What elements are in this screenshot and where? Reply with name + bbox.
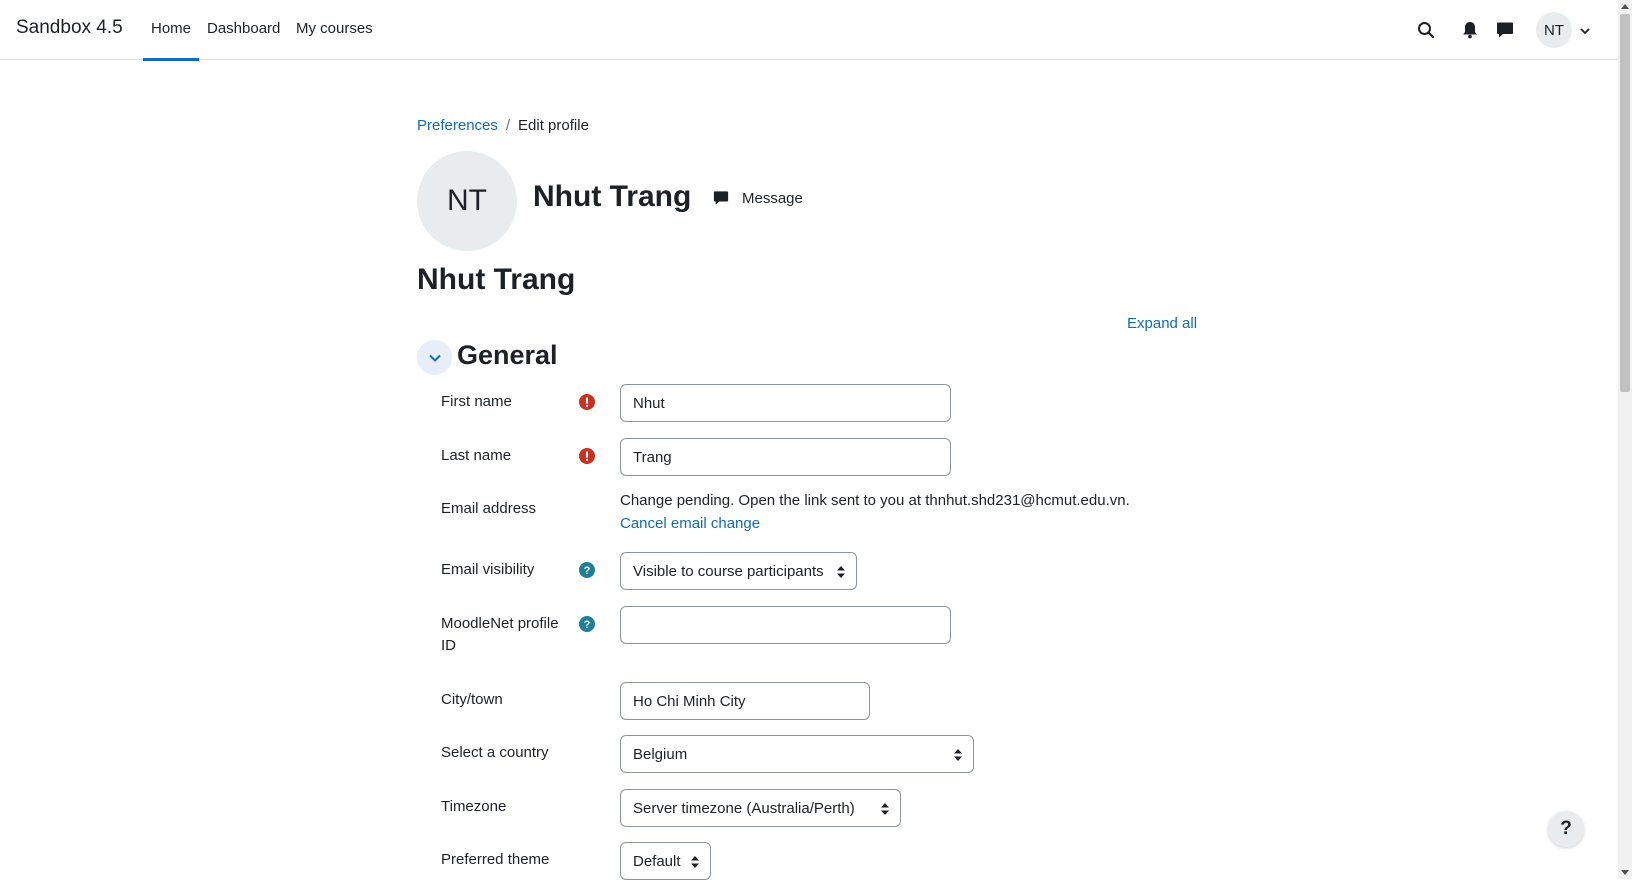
- help-icon[interactable]: ?: [579, 562, 595, 578]
- select-caret-icon: [836, 565, 846, 579]
- help-icon[interactable]: ?: [579, 616, 595, 632]
- required-icon: [579, 448, 595, 464]
- page-scrollbar[interactable]: [1618, 0, 1632, 879]
- search-icon[interactable]: [1415, 19, 1437, 41]
- theme-select[interactable]: Default: [620, 842, 711, 880]
- page-title: Nhut Trang: [417, 263, 576, 296]
- city-input[interactable]: [620, 682, 870, 720]
- user-menu[interactable]: NT: [1536, 12, 1596, 48]
- scroll-up-arrow[interactable]: [1621, 4, 1629, 9]
- cancel-email-change-link[interactable]: Cancel email change: [620, 515, 760, 532]
- theme-value: Default: [633, 852, 681, 870]
- message-button[interactable]: Message: [712, 189, 803, 207]
- email-visibility-label: Email visibility: [441, 561, 535, 578]
- last-name-label: Last name: [441, 447, 512, 464]
- message-label: Message: [742, 189, 803, 207]
- city-label: City/town: [441, 691, 503, 708]
- select-caret-icon: [953, 748, 963, 762]
- avatar[interactable]: NT: [1536, 12, 1572, 48]
- chat-icon[interactable]: [1494, 19, 1516, 41]
- moodlenet-label-line2: ID: [441, 637, 456, 654]
- svg-text:?: ?: [584, 565, 591, 577]
- profile-name: Nhut Trang: [533, 180, 692, 213]
- expand-all-link[interactable]: Expand all: [1127, 315, 1197, 332]
- country-label: Select a country: [441, 744, 549, 761]
- timezone-select[interactable]: Server timezone (Australia/Perth): [620, 789, 901, 827]
- chevron-down-icon[interactable]: [1579, 24, 1591, 36]
- email-visibility-select[interactable]: Visible to course participants: [620, 552, 857, 590]
- required-icon: [579, 394, 595, 410]
- section-collapse-toggle[interactable]: [417, 340, 452, 375]
- breadcrumb-current: Edit profile: [518, 117, 589, 134]
- chat-icon: [712, 189, 730, 207]
- top-navbar: Sandbox 4.5 Home Dashboard My courses NT: [0, 0, 1618, 61]
- chevron-down-icon: [428, 354, 441, 362]
- timezone-label: Timezone: [441, 798, 507, 815]
- email-pending-text: Change pending. Open the link sent to yo…: [620, 492, 1130, 509]
- first-name-label: First name: [441, 393, 512, 410]
- country-value: Belgium: [633, 745, 688, 763]
- email-visibility-value: Visible to course participants: [633, 562, 824, 580]
- last-name-input[interactable]: [620, 438, 951, 476]
- breadcrumb: Preferences / Edit profile: [417, 117, 589, 134]
- breadcrumb-separator: /: [505, 117, 511, 134]
- nav-dashboard-link[interactable]: Dashboard: [207, 20, 280, 37]
- country-select[interactable]: Belgium: [620, 735, 974, 773]
- moodlenet-label-line1: MoodleNet profile: [441, 615, 559, 632]
- bell-icon[interactable]: [1459, 19, 1481, 41]
- moodlenet-profile-id-input[interactable]: [620, 606, 951, 644]
- svg-text:?: ?: [584, 619, 591, 631]
- site-brand[interactable]: Sandbox 4.5: [16, 17, 123, 39]
- scroll-thumb[interactable]: [1620, 14, 1630, 392]
- help-button[interactable]: ?: [1548, 811, 1584, 847]
- timezone-value: Server timezone (Australia/Perth): [633, 799, 855, 817]
- nav-my-courses-link[interactable]: My courses: [296, 20, 373, 37]
- select-caret-icon: [690, 855, 700, 869]
- first-name-input[interactable]: [620, 384, 951, 422]
- select-caret-icon: [880, 802, 890, 816]
- theme-label: Preferred theme: [441, 851, 550, 868]
- section-title-general[interactable]: General: [457, 340, 558, 371]
- nav-home-link[interactable]: Home: [142, 20, 200, 61]
- scroll-down-arrow[interactable]: [1621, 870, 1629, 875]
- breadcrumb-preferences-link[interactable]: Preferences: [417, 117, 498, 134]
- profile-avatar: NT: [417, 151, 517, 251]
- email-address-label: Email address: [441, 500, 537, 517]
